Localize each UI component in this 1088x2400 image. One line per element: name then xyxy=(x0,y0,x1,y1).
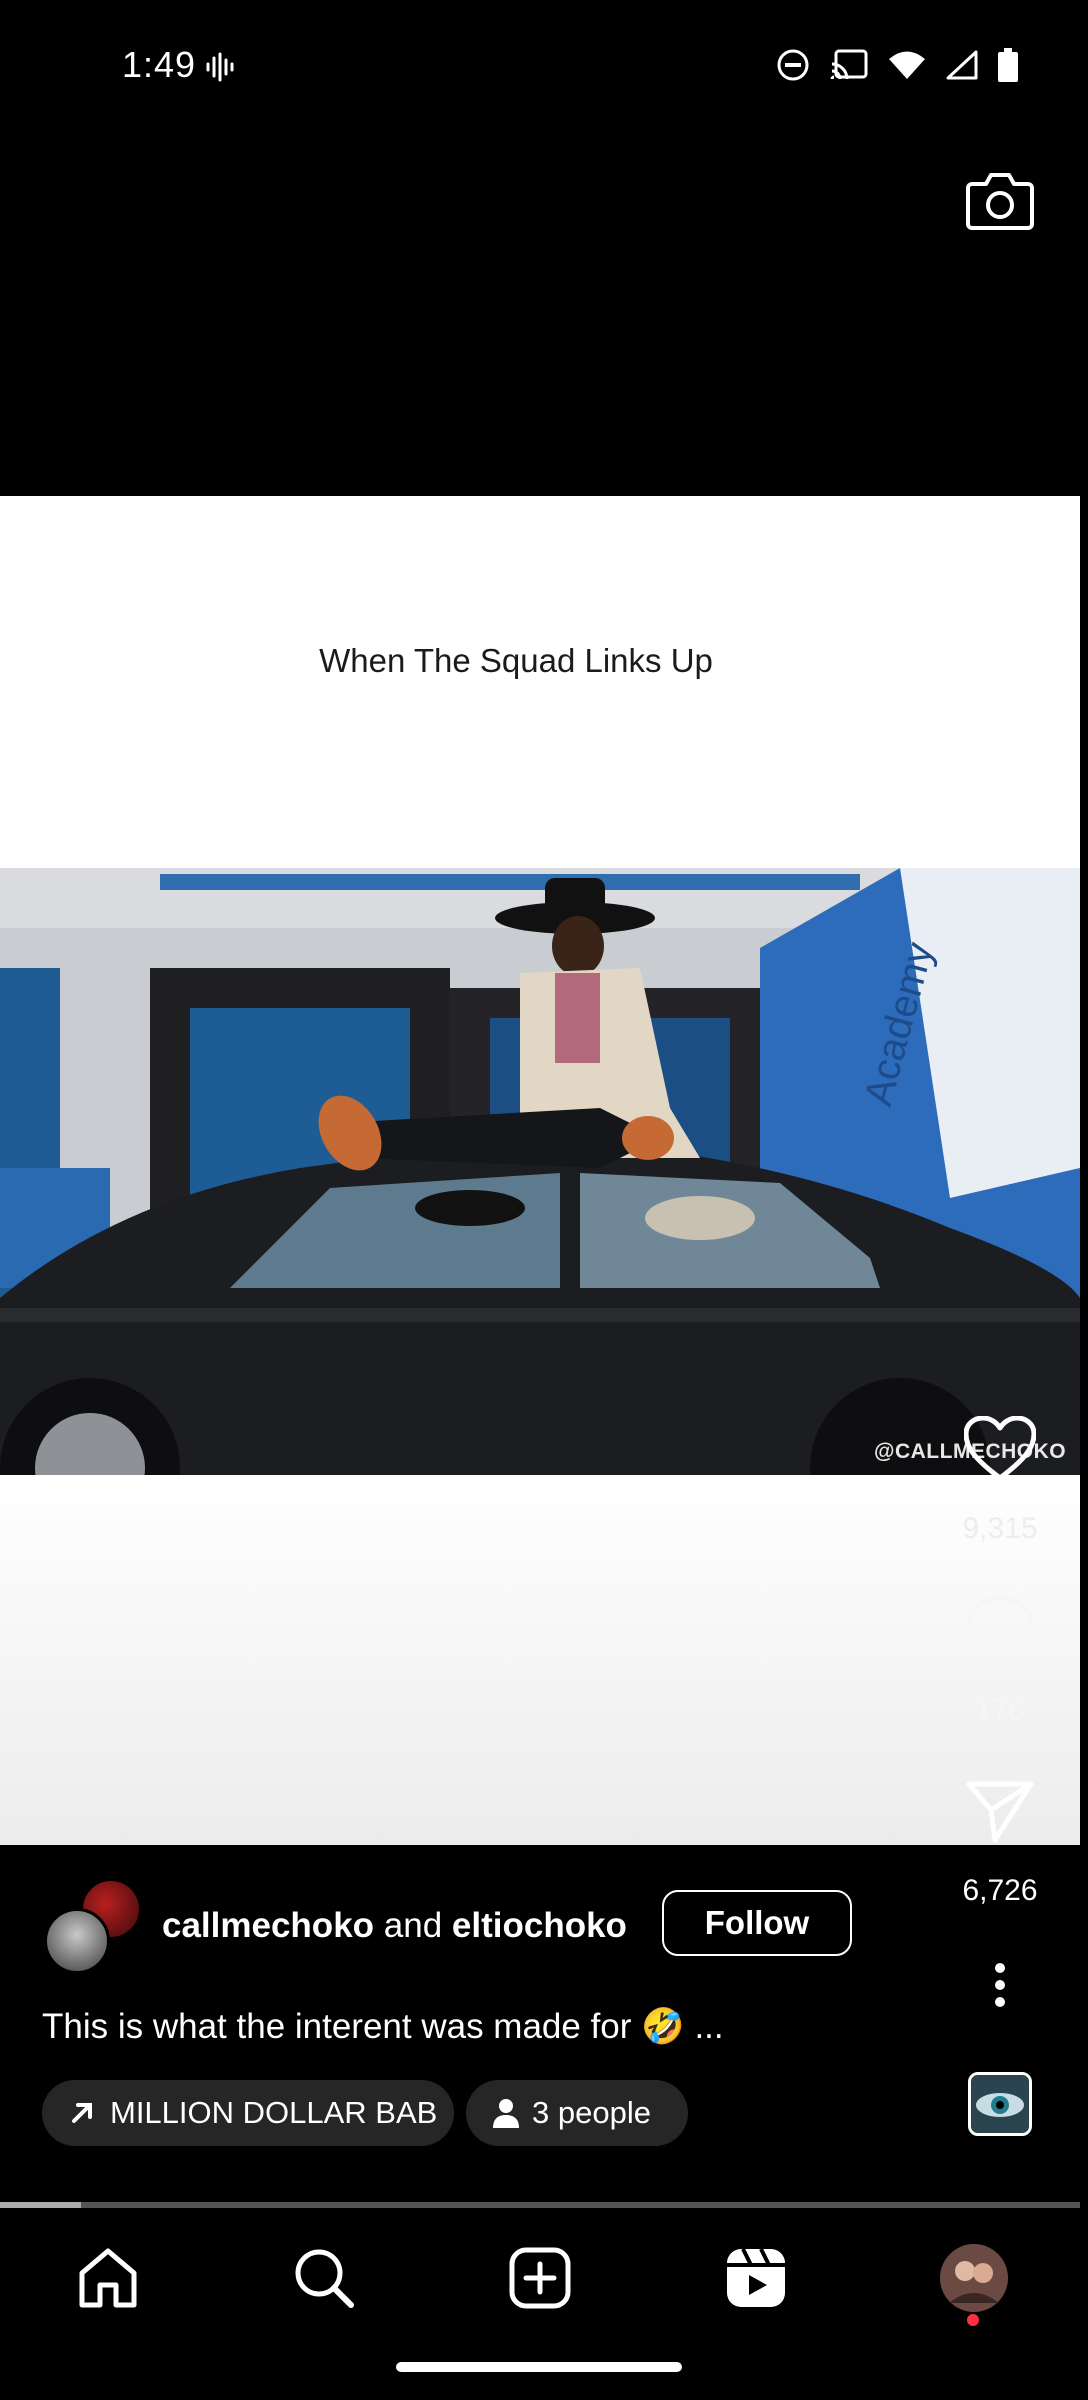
comment-count[interactable]: 176 xyxy=(930,1694,1070,1728)
status-icons xyxy=(776,48,1018,87)
do-not-disturb-icon xyxy=(776,48,810,87)
author-names: callmechoko and eltiochoko xyxy=(162,1906,627,1946)
cellular-signal-icon xyxy=(946,50,978,85)
video-progress-track[interactable] xyxy=(0,2202,1080,2208)
search-icon[interactable] xyxy=(284,2238,364,2318)
video-top-panel[interactable] xyxy=(0,496,1080,868)
author-name[interactable]: eltiochoko xyxy=(452,1906,627,1945)
home-indicator[interactable] xyxy=(396,2362,682,2372)
person-icon xyxy=(492,2098,520,2128)
like-count[interactable]: 9,315 xyxy=(930,1512,1070,1546)
wifi-icon xyxy=(888,50,926,85)
video-frame[interactable]: Academy xyxy=(0,868,1080,1475)
like-button[interactable] xyxy=(960,1416,1040,1482)
create-icon[interactable] xyxy=(500,2238,580,2318)
video-overlay-caption: When The Squad Links Up xyxy=(319,642,713,679)
video-progress-fill xyxy=(0,2202,81,2208)
audio-chip-label: MILLION DOLLAR BAB xyxy=(110,2095,438,2130)
video-bottom-panel[interactable] xyxy=(0,1475,1080,1845)
notification-dot xyxy=(967,2314,979,2326)
follow-button[interactable]: Follow xyxy=(662,1890,852,1956)
status-time: 1:49 xyxy=(122,44,197,85)
people-chip[interactable]: 3 people xyxy=(466,2080,688,2146)
audio-chip[interactable]: MILLION DOLLAR BAB xyxy=(42,2080,454,2146)
waveform-icon xyxy=(204,52,234,87)
camera-icon[interactable] xyxy=(966,170,1034,235)
share-count[interactable]: 6,726 xyxy=(930,1874,1070,1908)
author-avatars[interactable] xyxy=(44,1878,144,1974)
share-button[interactable] xyxy=(960,1780,1040,1844)
author-name[interactable]: callmechoko xyxy=(162,1906,374,1945)
reels-icon[interactable] xyxy=(716,2238,796,2318)
author-joiner: and xyxy=(383,1906,443,1945)
audio-thumbnail[interactable] xyxy=(968,2072,1032,2136)
more-options-icon[interactable] xyxy=(960,1962,1040,2008)
post-caption[interactable]: This is what the interent was made for 🤣… xyxy=(42,2006,724,2047)
home-icon[interactable] xyxy=(68,2238,148,2318)
arrow-up-right-icon xyxy=(68,2099,96,2127)
author-row: callmechoko and eltiochoko xyxy=(44,1878,627,1974)
avatar[interactable] xyxy=(44,1908,110,1974)
people-chip-label: 3 people xyxy=(532,2095,651,2130)
battery-icon xyxy=(998,48,1018,87)
comment-button[interactable] xyxy=(960,1594,1040,1664)
profile-avatar[interactable] xyxy=(934,2238,1014,2318)
cast-icon xyxy=(830,49,868,86)
